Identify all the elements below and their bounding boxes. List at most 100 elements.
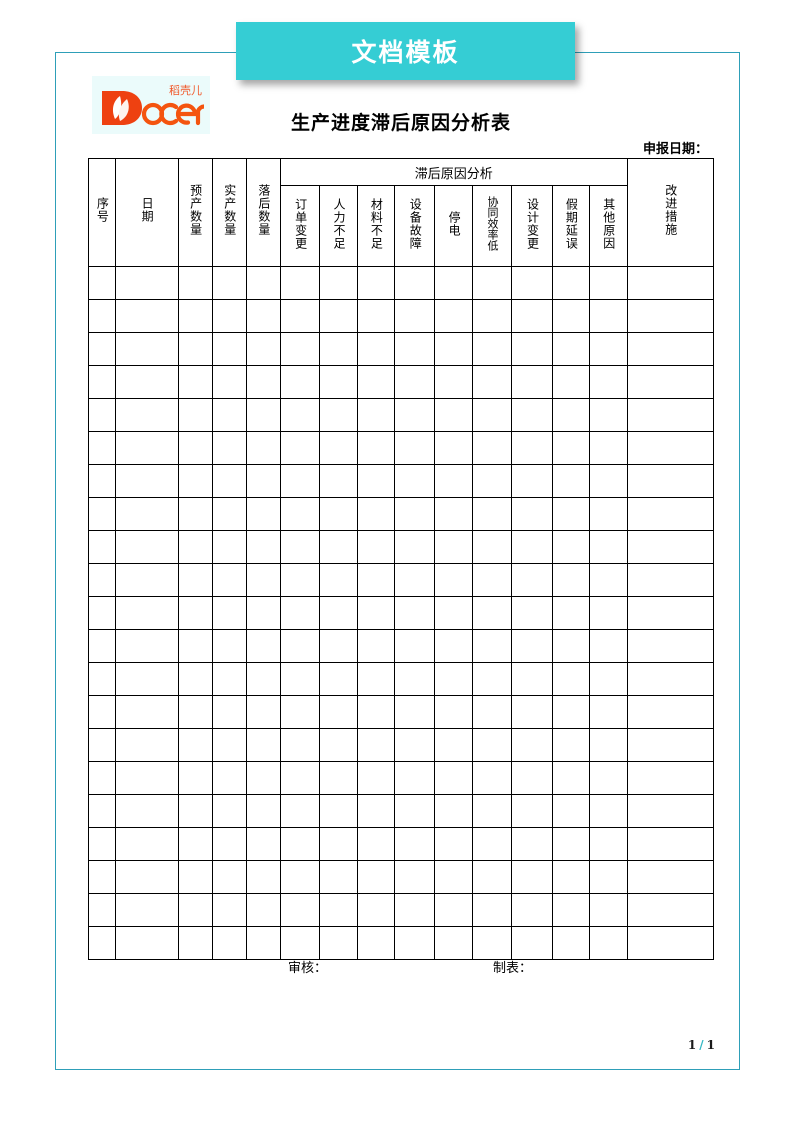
table-cell[interactable] — [356, 662, 395, 696]
table-cell[interactable] — [245, 266, 281, 300]
table-cell[interactable] — [551, 860, 591, 894]
table-cell[interactable] — [626, 629, 715, 663]
table-cell[interactable] — [434, 464, 473, 498]
table-cell[interactable] — [434, 332, 473, 366]
table-row[interactable] — [88, 431, 715, 465]
table-cell[interactable] — [511, 794, 553, 828]
table-cell[interactable] — [551, 464, 591, 498]
table-cell[interactable] — [88, 596, 116, 630]
table-cell[interactable] — [356, 629, 395, 663]
table-cell[interactable] — [393, 398, 436, 432]
table-cell[interactable] — [88, 497, 116, 531]
table-cell[interactable] — [589, 761, 628, 795]
table-cell[interactable] — [434, 365, 473, 399]
table-cell[interactable] — [211, 497, 247, 531]
table-row[interactable] — [88, 728, 715, 762]
table-cell[interactable] — [356, 827, 395, 861]
table-cell[interactable] — [319, 728, 358, 762]
table-cell[interactable] — [177, 926, 213, 960]
table-cell[interactable] — [279, 497, 321, 531]
table-cell[interactable] — [589, 332, 628, 366]
table-cell[interactable] — [245, 893, 281, 927]
table-cell[interactable] — [88, 761, 116, 795]
table-cell[interactable] — [88, 926, 116, 960]
table-cell[interactable] — [88, 629, 116, 663]
table-cell[interactable] — [319, 464, 358, 498]
table-cell[interactable] — [319, 530, 358, 564]
table-cell[interactable] — [551, 794, 591, 828]
table-cell[interactable] — [511, 464, 553, 498]
table-cell[interactable] — [393, 794, 436, 828]
table-cell[interactable] — [211, 629, 247, 663]
table-cell[interactable] — [356, 761, 395, 795]
table-row[interactable] — [88, 596, 715, 630]
table-cell[interactable] — [114, 596, 179, 630]
table-cell[interactable] — [589, 299, 628, 333]
table-cell[interactable] — [626, 860, 715, 894]
table-cell[interactable] — [589, 563, 628, 597]
table-cell[interactable] — [319, 893, 358, 927]
table-cell[interactable] — [356, 497, 395, 531]
table-cell[interactable] — [356, 332, 395, 366]
table-cell[interactable] — [279, 926, 321, 960]
table-cell[interactable] — [356, 728, 395, 762]
table-row[interactable] — [88, 761, 715, 795]
table-cell[interactable] — [211, 827, 247, 861]
table-cell[interactable] — [589, 662, 628, 696]
table-cell[interactable] — [177, 530, 213, 564]
table-cell[interactable] — [471, 860, 513, 894]
table-cell[interactable] — [177, 662, 213, 696]
table-row[interactable] — [88, 530, 715, 564]
table-cell[interactable] — [211, 926, 247, 960]
table-cell[interactable] — [589, 365, 628, 399]
table-cell[interactable] — [393, 827, 436, 861]
table-cell[interactable] — [114, 794, 179, 828]
table-cell[interactable] — [471, 794, 513, 828]
table-cell[interactable] — [551, 266, 591, 300]
table-cell[interactable] — [114, 464, 179, 498]
table-cell[interactable] — [319, 761, 358, 795]
table-cell[interactable] — [434, 761, 473, 795]
table-cell[interactable] — [245, 431, 281, 465]
table-cell[interactable] — [626, 662, 715, 696]
table-cell[interactable] — [511, 860, 553, 894]
table-cell[interactable] — [434, 299, 473, 333]
table-cell[interactable] — [551, 596, 591, 630]
table-cell[interactable] — [114, 365, 179, 399]
table-cell[interactable] — [177, 827, 213, 861]
table-cell[interactable] — [589, 893, 628, 927]
table-cell[interactable] — [511, 398, 553, 432]
table-cell[interactable] — [626, 794, 715, 828]
table-row[interactable] — [88, 827, 715, 861]
table-cell[interactable] — [356, 596, 395, 630]
table-cell[interactable] — [511, 893, 553, 927]
table-cell[interactable] — [245, 398, 281, 432]
table-cell[interactable] — [434, 266, 473, 300]
table-cell[interactable] — [356, 464, 395, 498]
table-cell[interactable] — [356, 893, 395, 927]
table-cell[interactable] — [356, 695, 395, 729]
table-cell[interactable] — [471, 266, 513, 300]
table-cell[interactable] — [434, 563, 473, 597]
table-cell[interactable] — [356, 398, 395, 432]
table-cell[interactable] — [471, 365, 513, 399]
table-cell[interactable] — [393, 530, 436, 564]
table-cell[interactable] — [279, 728, 321, 762]
table-cell[interactable] — [511, 596, 553, 630]
table-cell[interactable] — [511, 926, 553, 960]
table-cell[interactable] — [434, 662, 473, 696]
table-cell[interactable] — [211, 695, 247, 729]
table-cell[interactable] — [177, 695, 213, 729]
table-cell[interactable] — [88, 530, 116, 564]
table-cell[interactable] — [434, 629, 473, 663]
table-cell[interactable] — [211, 332, 247, 366]
table-cell[interactable] — [589, 794, 628, 828]
table-cell[interactable] — [177, 266, 213, 300]
table-cell[interactable] — [177, 794, 213, 828]
table-cell[interactable] — [245, 827, 281, 861]
table-cell[interactable] — [511, 761, 553, 795]
table-cell[interactable] — [114, 695, 179, 729]
table-cell[interactable] — [471, 926, 513, 960]
table-cell[interactable] — [319, 365, 358, 399]
table-cell[interactable] — [434, 728, 473, 762]
